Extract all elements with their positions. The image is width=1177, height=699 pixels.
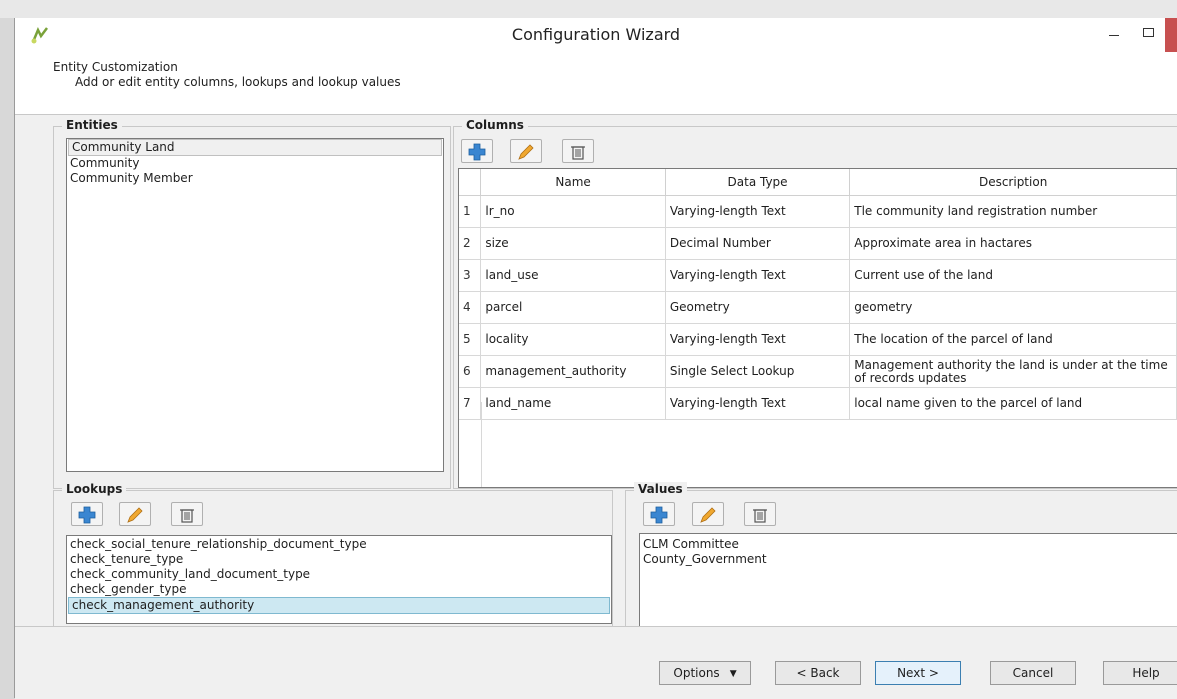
- maximize-button[interactable]: [1135, 22, 1161, 42]
- lookup-item[interactable]: check_tenure_type: [67, 552, 611, 567]
- column-data-type-cell: Geometry: [665, 291, 851, 324]
- entities-list[interactable]: Community Land Community Community Member: [66, 138, 444, 472]
- lookup-item[interactable]: check_social_tenure_relationship_documen…: [67, 537, 611, 552]
- lookups-label: Lookups: [62, 482, 127, 496]
- column-description-cell: Management authority the land is under a…: [849, 355, 1177, 388]
- next-button[interactable]: Next >: [875, 661, 961, 685]
- table-row[interactable]: 7 land_name Varying-length Text local name …: [459, 387, 1177, 420]
- row-number-cell: 6: [459, 355, 482, 388]
- column-description-cell: Current use of the land: [849, 259, 1177, 292]
- add-icon: [468, 143, 486, 161]
- options-button[interactable]: Options ▼: [659, 661, 751, 685]
- cancel-button[interactable]: Cancel: [990, 661, 1076, 685]
- trash-icon: [180, 509, 194, 523]
- row-number-cell: 5: [459, 323, 482, 356]
- column-name-cell: size: [480, 227, 666, 260]
- table-row[interactable]: 3 land_use Varying-length Text Current use …: [459, 259, 1177, 292]
- value-item[interactable]: CLM Committee: [640, 537, 1177, 552]
- entity-item[interactable]: Community Member: [67, 171, 443, 186]
- row-number-header: [459, 169, 482, 196]
- title-bar: Configuration Wizard: [15, 18, 1177, 53]
- back-button[interactable]: < Back: [775, 661, 861, 685]
- column-data-type-cell: Varying-length Text: [665, 323, 851, 356]
- help-button[interactable]: Help: [1103, 661, 1177, 685]
- column-name-cell: management_authority: [480, 355, 666, 388]
- pencil-icon: [518, 144, 534, 160]
- description-column-header[interactable]: Description: [849, 169, 1177, 196]
- caret-down-icon: ▼: [729, 669, 737, 679]
- minimize-button[interactable]: [1101, 22, 1127, 42]
- row-number-cell: 3: [459, 259, 482, 292]
- page-subtitle: Add or edit entity columns, lookups and …: [75, 75, 401, 89]
- column-name-cell: lr_no: [480, 195, 666, 228]
- window-title: Configuration Wizard: [511, 25, 681, 44]
- column-name-cell: locality: [480, 323, 666, 356]
- column-data-type-cell: Single Select Lookup: [665, 355, 851, 388]
- column-data-type-cell: Varying-length Text: [665, 387, 851, 420]
- column-data-type-cell: Varying-length Text: [665, 259, 851, 292]
- lookups-list[interactable]: check_social_tenure_relationship_documen…: [66, 535, 612, 624]
- edit-lookup-button[interactable]: [119, 502, 151, 526]
- column-description-cell: The location of the parcel of land: [849, 323, 1177, 356]
- column-data-type-cell: Decimal Number: [665, 227, 851, 260]
- lookup-item[interactable]: check_gender_type: [67, 582, 611, 597]
- edit-column-button[interactable]: [510, 139, 542, 163]
- add-column-button[interactable]: [461, 139, 493, 163]
- column-name-cell: land_use: [480, 259, 666, 292]
- column-name-cell: land_name: [480, 387, 666, 420]
- row-number-gutter: [459, 402, 482, 487]
- columns-label: Columns: [462, 118, 528, 132]
- table-row[interactable]: 5 locality Varying-length Text The location…: [459, 323, 1177, 356]
- page-title: Entity Customization: [53, 60, 178, 74]
- delete-column-button[interactable]: [562, 139, 594, 163]
- pencil-icon: [700, 507, 716, 523]
- trash-icon: [571, 146, 585, 160]
- add-icon: [650, 506, 668, 524]
- add-lookup-button[interactable]: [71, 502, 103, 526]
- data-type-column-header[interactable]: Data Type: [665, 169, 851, 196]
- wizard-footer: Options ▼ < Back Next > Cancel Help: [15, 626, 1177, 699]
- lookup-item[interactable]: check_management_authority: [68, 597, 610, 614]
- add-icon: [78, 506, 96, 524]
- column-description-cell: Tle community land registration number: [849, 195, 1177, 228]
- add-value-button[interactable]: [643, 502, 675, 526]
- delete-lookup-button[interactable]: [171, 502, 203, 526]
- entity-item[interactable]: Community Land: [68, 139, 442, 156]
- close-button[interactable]: [1165, 18, 1177, 52]
- columns-table: Name Data Type Description 1 lr_no Varying…: [458, 168, 1177, 488]
- delete-value-button[interactable]: [744, 502, 776, 526]
- table-row[interactable]: 1 lr_no Varying-length Text Tle community l…: [459, 195, 1177, 228]
- background-strip: [0, 0, 1177, 18]
- trash-icon: [753, 509, 767, 523]
- row-number-cell: 4: [459, 291, 482, 324]
- entities-label: Entities: [62, 118, 122, 132]
- column-data-type-cell: Varying-length Text: [665, 195, 851, 228]
- configuration-wizard-window: Configuration Wizard Entity Customizatio…: [14, 18, 1177, 699]
- edit-value-button[interactable]: [692, 502, 724, 526]
- options-label: Options: [673, 666, 720, 680]
- values-list[interactable]: CLM Committee County_Government: [639, 533, 1177, 628]
- row-number-cell: 1: [459, 195, 482, 228]
- wizard-page-header: Entity Customization Add or edit entity …: [15, 52, 1177, 115]
- column-description-cell: geometry: [849, 291, 1177, 324]
- row-number-cell: 2: [459, 227, 482, 260]
- table-row[interactable]: 4 parcel Geometry geometry: [459, 291, 1177, 324]
- table-row[interactable]: 2 size Decimal Number Approximate area in h…: [459, 227, 1177, 260]
- entity-item[interactable]: Community: [67, 156, 443, 171]
- value-item[interactable]: County_Government: [640, 552, 1177, 567]
- name-column-header[interactable]: Name: [480, 169, 666, 196]
- lookup-item[interactable]: check_community_land_document_type: [67, 567, 611, 582]
- table-row[interactable]: 6 management_authority Single Select Looku…: [459, 355, 1177, 388]
- columns-header-row: Name Data Type Description: [459, 169, 1177, 196]
- column-description-cell: Approximate area in hactares: [849, 227, 1177, 260]
- column-name-cell: parcel: [480, 291, 666, 324]
- column-description-cell: local name given to the parcel of land: [849, 387, 1177, 420]
- values-label: Values: [634, 482, 687, 496]
- pencil-icon: [127, 507, 143, 523]
